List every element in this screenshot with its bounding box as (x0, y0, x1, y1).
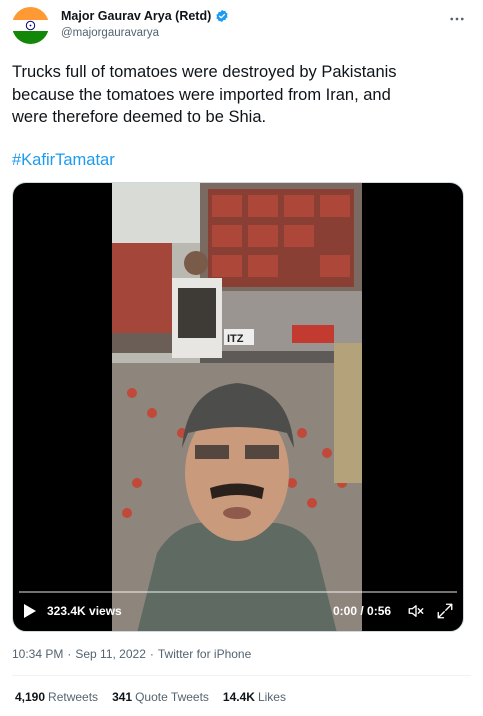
video-timestamp: 0:00 / 0:56 (333, 604, 392, 618)
author-display-name[interactable]: Major Gaurav Arya (Retd) (61, 9, 211, 23)
retweets-count: 4,190 (15, 690, 46, 704)
india-flag-avatar-icon (12, 7, 49, 44)
tweet-text: Trucks full of tomatoes were destroyed b… (12, 63, 397, 126)
more-options-icon[interactable] (448, 10, 466, 28)
avatar[interactable] (12, 7, 49, 44)
video-thumbnail: ITZ (112, 183, 362, 631)
tweet-time[interactable]: 10:34 PM (12, 647, 63, 661)
likes-label: Likes (257, 690, 286, 704)
quote-tweets-stat[interactable]: 341 Quote Tweets (112, 690, 209, 704)
tweet-card: Major Gaurav Arya (Retd) @majorgauravary… (0, 0, 483, 716)
quote-tweets-label: Quote Tweets (135, 690, 209, 704)
fullscreen-icon[interactable] (436, 602, 454, 620)
likes-stat[interactable]: 14.4K Likes (223, 690, 286, 704)
tweet-date[interactable]: Sep 11, 2022 (75, 647, 146, 661)
video-view-count: 323.4K views (47, 604, 122, 618)
play-icon[interactable] (23, 603, 37, 619)
hashtag-link[interactable]: #KafirTamatar (12, 151, 115, 170)
video-controls: 323.4K views 0:00 / 0:56 (13, 591, 463, 631)
author-handle[interactable]: @majorgauravarya (61, 27, 159, 39)
meta-separator: · (67, 647, 72, 661)
tweet-meta: 10:34 PM · Sep 11, 2022 · Twitter for iP… (12, 647, 251, 661)
truck-plate: ITZ (227, 333, 244, 345)
video-frame: ITZ (112, 183, 362, 631)
tweet-stats: 4,190 Retweets 341 Quote Tweets 14.4K Likes (15, 690, 286, 704)
mute-icon[interactable] (407, 602, 425, 620)
likes-count: 14.4K (222, 690, 255, 704)
tweet-source[interactable]: Twitter for iPhone (158, 647, 251, 661)
video-player[interactable]: ITZ 323.4K views 0:00 / 0:56 (12, 182, 464, 632)
meta-separator: · (149, 647, 154, 661)
author-name-row[interactable]: Major Gaurav Arya (Retd) (61, 9, 229, 23)
divider (12, 675, 471, 676)
quote-tweets-count: 341 (112, 690, 133, 704)
retweets-stat[interactable]: 4,190 Retweets (15, 690, 98, 704)
verified-badge-icon (216, 9, 228, 23)
retweets-label: Retweets (48, 690, 99, 704)
